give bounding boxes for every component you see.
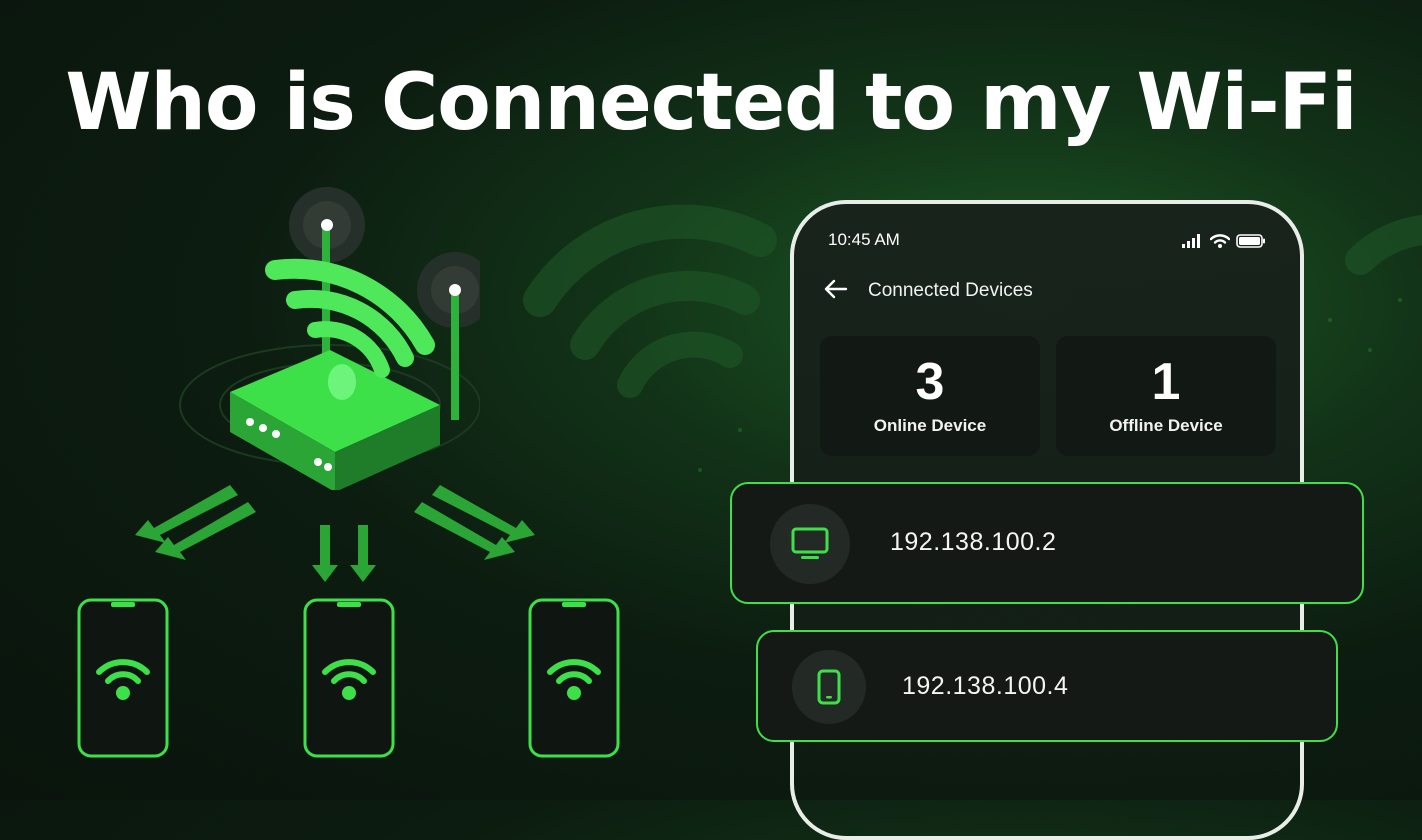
screen-title: Connected Devices <box>868 280 1033 301</box>
battery-icon <box>1236 234 1265 248</box>
offline-device-card[interactable]: 1 Offline Device <box>1056 336 1276 456</box>
smartphone-icon <box>817 669 841 705</box>
status-bar-icons <box>1182 234 1266 248</box>
device-ip: 192.138.100.2 <box>890 528 1057 556</box>
device-row[interactable]: 192.138.100.2 <box>730 482 1364 604</box>
signal-arrows <box>135 485 535 582</box>
online-device-label: Online Device <box>873 416 987 435</box>
wifi-phone-icon <box>77 598 169 758</box>
offline-device-count: 1 <box>1151 353 1181 411</box>
device-icon-circle <box>770 504 850 584</box>
wifi-phone-icon <box>528 598 620 758</box>
device-icon-circle <box>792 650 866 724</box>
router-icon <box>179 187 480 490</box>
back-arrow-icon[interactable] <box>822 278 848 300</box>
online-device-card[interactable]: 3 Online Device <box>820 336 1040 456</box>
offline-device-label: Offline Device <box>1109 416 1223 435</box>
device-row[interactable]: 192.138.100.4 <box>756 630 1338 742</box>
wifi-phone-icon <box>303 598 395 758</box>
wifi-icon <box>1210 234 1230 248</box>
monitor-icon <box>791 527 829 559</box>
signal-icon <box>1182 234 1200 248</box>
online-device-count: 3 <box>915 353 945 411</box>
page-headline: Who is Connected to my Wi-Fi <box>65 58 1357 148</box>
status-time: 10:45 AM <box>828 230 900 249</box>
device-ip: 192.138.100.4 <box>902 672 1069 700</box>
